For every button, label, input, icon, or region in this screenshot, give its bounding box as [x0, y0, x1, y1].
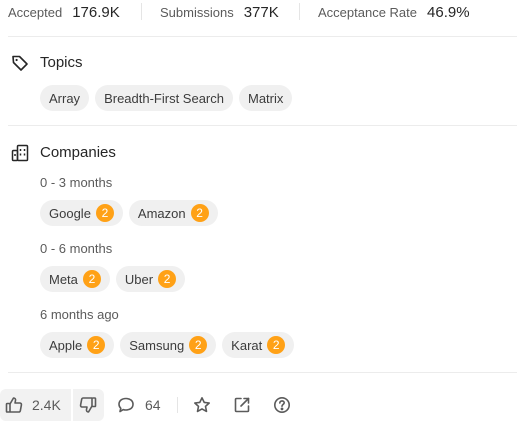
vote-group: 2.4K [0, 389, 104, 421]
count-badge: 2 [189, 336, 208, 354]
share-button[interactable] [232, 395, 252, 415]
period-label: 6 months ago [40, 307, 119, 322]
like-button[interactable]: 2.4K [4, 389, 61, 421]
company-tag-apple[interactable]: Apple 2 [40, 332, 115, 358]
company-tag-samsung[interactable]: Samsung 2 [120, 332, 217, 358]
company-name: Amazon [137, 205, 186, 221]
acceptance-rate-value: 46.9% [427, 3, 470, 21]
company-tag-uber[interactable]: Uber 2 [115, 266, 186, 292]
topic-tag[interactable]: Array [40, 85, 90, 111]
company-tag-amazon[interactable]: Amazon 2 [128, 200, 218, 226]
favorite-button[interactable] [192, 395, 212, 415]
count-badge: 2 [87, 336, 106, 354]
count-badge: 2 [267, 336, 286, 354]
submissions-value: 377K [243, 3, 279, 21]
company-name: Apple [49, 337, 83, 353]
like-count: 2.4K [32, 397, 61, 413]
topic-tags: Array Breadth-First Search Matrix [40, 85, 293, 111]
count-badge: 2 [95, 204, 114, 222]
share-icon [232, 395, 252, 415]
action-bar: 2.4K 64 [0, 389, 517, 421]
topics-title[interactable]: Topics [40, 54, 83, 71]
company-tag-karat[interactable]: Karat 2 [222, 332, 295, 358]
submissions-label: Submissions [160, 4, 234, 20]
comment-count: 64 [145, 397, 161, 413]
topic-tag[interactable]: Breadth-First Search [95, 85, 233, 111]
accepted-stat: Accepted 176.9K [8, 0, 120, 24]
companies-title[interactable]: Companies [40, 144, 116, 161]
company-name: Uber [124, 271, 154, 287]
section-divider [8, 372, 517, 373]
stats-bar: Accepted 176.9K Submissions 377K Accepta… [0, 0, 517, 24]
company-name: Samsung [129, 337, 185, 353]
acceptance-rate-stat: Acceptance Rate 46.9% [318, 0, 470, 24]
section-divider [8, 125, 517, 126]
tag-icon [10, 53, 30, 73]
company-tags: Meta 2 Uber 2 [40, 266, 186, 292]
period-label: 0 - 6 months [40, 241, 113, 256]
company-tags: Google 2 Amazon 2 [40, 200, 218, 226]
acceptance-rate-label: Acceptance Rate [318, 4, 418, 20]
company-name: Meta [49, 271, 78, 287]
company-name: Karat [231, 337, 263, 353]
help-icon [272, 395, 292, 415]
thumbs-up-icon [4, 395, 24, 415]
period-label: 0 - 3 months [40, 175, 113, 190]
topic-tag[interactable]: Matrix [239, 85, 293, 111]
accepted-label: Accepted [8, 4, 63, 20]
star-icon [192, 395, 212, 415]
comment-icon [116, 395, 136, 415]
stat-divider [141, 3, 142, 20]
dislike-button[interactable] [78, 395, 98, 415]
action-divider [177, 397, 178, 413]
stat-divider [299, 3, 300, 20]
company-tag-google[interactable]: Google 2 [40, 200, 123, 226]
help-button[interactable] [272, 395, 292, 415]
accepted-value: 176.9K [72, 3, 120, 21]
section-divider [8, 36, 517, 37]
count-badge: 2 [190, 204, 209, 222]
company-tag-meta[interactable]: Meta 2 [40, 266, 110, 292]
count-badge: 2 [82, 270, 101, 288]
building-icon [10, 143, 30, 163]
thumbs-down-icon [78, 395, 98, 415]
company-tags: Apple 2 Samsung 2 Karat 2 [40, 332, 295, 358]
vote-divider [71, 389, 73, 421]
count-badge: 2 [158, 270, 177, 288]
company-name: Google [49, 205, 91, 221]
comments-button[interactable]: 64 [116, 389, 161, 421]
submissions-stat: Submissions 377K [160, 0, 279, 24]
